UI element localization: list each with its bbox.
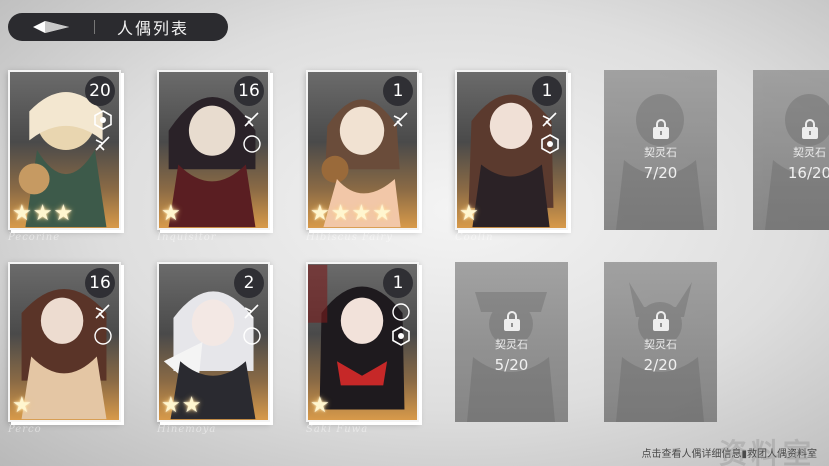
star-rating: ★ <box>459 203 479 225</box>
star-icon: ★ <box>310 393 330 418</box>
dagger-icon <box>242 302 262 322</box>
doll-card[interactable]: 2 ★ ★ <box>157 262 270 422</box>
doll-card[interactable]: 1 ★ <box>306 262 419 422</box>
star-icon: ★ <box>181 393 202 418</box>
lock-icon <box>652 311 669 331</box>
star-icon: ★ <box>12 201 32 226</box>
doll-card[interactable]: 20 ★ ★ ★ <box>8 70 121 230</box>
level-badge: 1 <box>532 76 562 106</box>
doll-name: Hibiscus Fairy <box>306 232 393 243</box>
level-badge: 1 <box>383 76 413 106</box>
star-rating: ★ ★ <box>161 395 201 417</box>
doll-card[interactable]: 16 ★ <box>157 70 270 230</box>
doll-name: Inquisitor <box>157 232 217 243</box>
moon-icon <box>391 302 411 322</box>
doll-name: Coolin <box>455 232 494 243</box>
shard-progress: 2/20 <box>643 356 678 374</box>
footer-hint: 点击查看人偶详细信息▮救团人偶资料室 <box>641 449 817 460</box>
lock-icon <box>801 119 818 139</box>
lock-label: 契灵石 <box>644 146 677 159</box>
star-rating: ★ ★ ★ ★ <box>310 203 392 225</box>
doll-name: Pecorine <box>8 232 61 243</box>
moon-icon <box>93 326 113 346</box>
star-icon: ★ <box>12 393 32 418</box>
dagger-icon <box>242 110 262 130</box>
doll-card[interactable]: 1 ★ ★ ★ ★ <box>306 70 419 230</box>
back-button[interactable] <box>8 13 94 41</box>
page-title: 人偶列表 <box>117 19 190 38</box>
star-icon: ★ <box>330 201 351 226</box>
lock-label: 契灵石 <box>495 338 528 351</box>
star-icon: ★ <box>351 201 372 226</box>
star-rating: ★ <box>12 395 32 417</box>
locked-doll-card[interactable]: 契灵石 2/20 <box>604 262 717 422</box>
star-rating: ★ ★ ★ <box>12 203 73 225</box>
moon-icon <box>242 134 262 154</box>
star-icon: ★ <box>32 201 53 226</box>
shard-progress: 5/20 <box>494 356 529 374</box>
star-rating: ★ <box>310 395 330 417</box>
moon-icon <box>242 326 262 346</box>
shard-progress: 16/20 <box>787 164 829 182</box>
star-icon: ★ <box>53 201 74 226</box>
dagger-icon <box>540 110 560 130</box>
level-badge: 2 <box>234 268 264 298</box>
doll-name: Saki Fuwa <box>306 424 369 435</box>
locked-doll-card[interactable]: 契灵石 16/20 <box>753 70 829 230</box>
doll-name: Hinemoya <box>157 424 217 435</box>
level-badge: 16 <box>234 76 264 106</box>
doll-card[interactable]: 1 ★ <box>455 70 568 230</box>
star-icon: ★ <box>372 201 392 226</box>
header-bar: 人偶列表 <box>8 13 228 41</box>
level-badge: 16 <box>85 268 115 298</box>
level-badge: 1 <box>383 268 413 298</box>
star-icon: ★ <box>161 393 181 418</box>
dagger-icon <box>93 302 113 322</box>
doll-name: Perco <box>8 424 42 435</box>
star-icon: ★ <box>310 201 330 226</box>
lock-label: 契灵石 <box>793 146 826 159</box>
hexagon-icon <box>540 134 560 154</box>
diamond-back-icon <box>33 21 69 33</box>
lock-icon <box>652 119 669 139</box>
lock-icon <box>503 311 520 331</box>
star-icon: ★ <box>459 201 479 226</box>
shard-progress: 7/20 <box>643 164 678 182</box>
doll-card[interactable]: 16 ★ <box>8 262 121 422</box>
level-badge: 20 <box>85 76 115 106</box>
star-rating: ★ <box>161 203 181 225</box>
dagger-icon <box>391 110 411 130</box>
locked-doll-card[interactable]: 契灵石 5/20 <box>455 262 568 422</box>
hexagon-icon <box>93 110 113 130</box>
hexagon-icon <box>391 326 411 346</box>
dagger-icon <box>93 134 113 154</box>
header-divider <box>94 20 95 34</box>
lock-label: 契灵石 <box>644 338 677 351</box>
star-icon: ★ <box>161 201 181 226</box>
locked-doll-card[interactable]: 契灵石 7/20 <box>604 70 717 230</box>
